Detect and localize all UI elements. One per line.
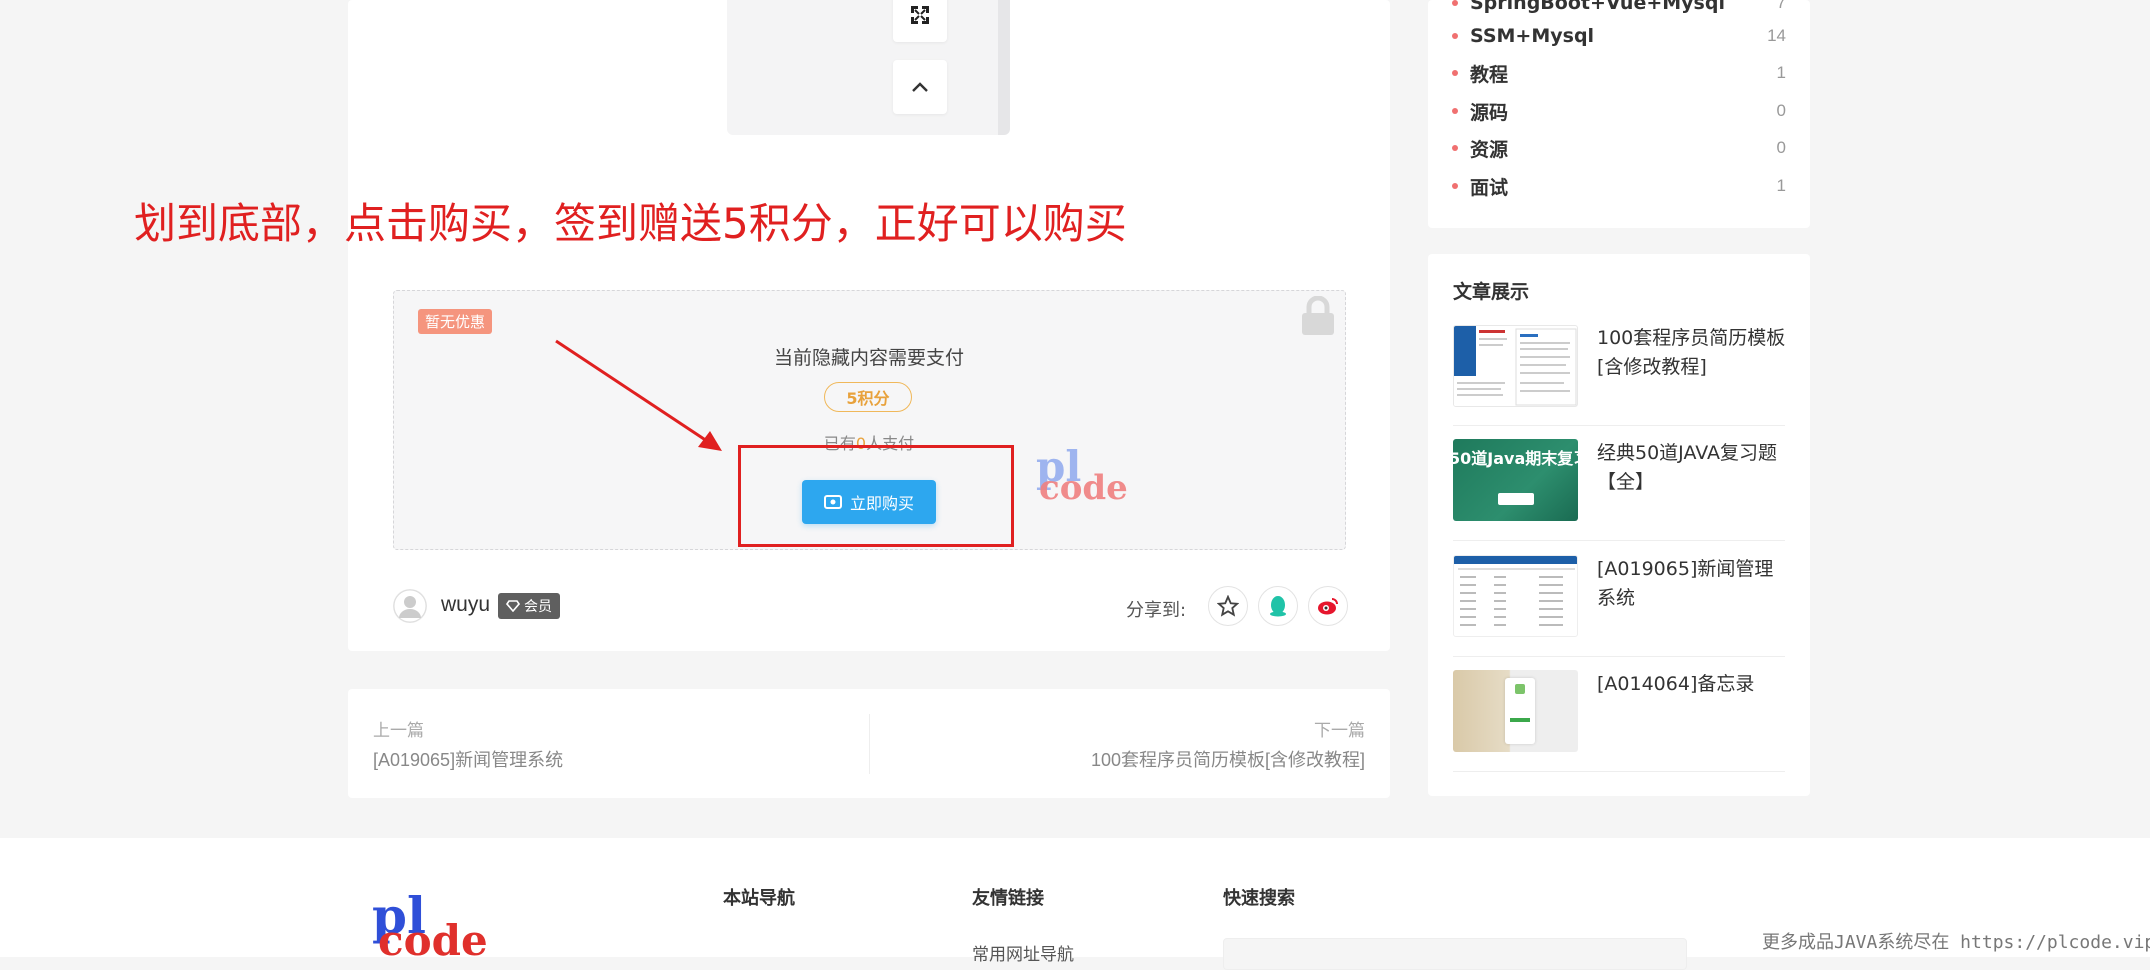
watermark-code: code [1039,468,1128,508]
fullscreen-icon [911,6,929,24]
phone-mockup [1505,678,1535,744]
bullet-icon [1452,70,1458,76]
share-qq-button[interactable] [1258,586,1298,626]
category-item[interactable]: 资源 0 [1452,135,1786,161]
prev-post-label: 上一篇 [373,721,424,741]
category-count: 0 [1776,101,1786,120]
paywall-title: 当前隐藏内容需要支付 [773,347,964,369]
scroll-top-button[interactable] [893,60,947,114]
chevron-up-icon [912,82,928,92]
article-title[interactable]: 100套程序员简历模板[含修改教程] [1597,324,1787,382]
promo-badge: 暂无优惠 [418,309,493,334]
category-name: SSM+Mysql [1470,25,1595,47]
category-count: 14 [1767,26,1786,45]
footer-search-heading: 快速搜索 [1223,888,1295,909]
category-item[interactable]: 面试 1 [1452,173,1786,199]
site-watermark: 更多成品JAVA系统尽在 https://plcode.vip [1762,932,2150,953]
category-item[interactable]: 源码 0 [1452,98,1786,124]
price-badge: 5积分 [824,382,912,412]
bullet-icon [1452,183,1458,189]
article-thumbnail[interactable]: 50道Java期末复习题 [1453,439,1578,521]
article-divider [1453,540,1785,541]
article-title[interactable]: 经典50道JAVA复习题【全】 [1597,439,1787,497]
article-divider [1453,771,1785,772]
category-name: 教程 [1470,63,1509,86]
category-item[interactable]: SSM+Mysql 14 [1452,23,1786,49]
qq-icon [1270,596,1286,617]
avatar[interactable] [393,589,427,623]
article-divider [1453,425,1785,426]
share-weibo-button[interactable] [1308,586,1348,626]
footer-nav-heading: 本站导航 [723,888,795,909]
member-badge: 会员 [498,593,560,619]
articles-heading: 文章展示 [1453,281,1530,303]
category-count: 7 [1776,0,1786,12]
article-title[interactable]: [A019065]新闻管理系统 [1597,555,1787,613]
floating-toolbar [727,0,1010,135]
footer-search-input[interactable] [1223,938,1687,970]
site-logo[interactable]: pl code [372,886,492,965]
star-icon [1217,595,1239,617]
thumbnail-button-shape [1498,493,1534,505]
prev-post-link[interactable]: [A019065]新闻管理系统 [373,746,563,772]
category-count: 1 [1776,176,1786,195]
favorite-button[interactable] [1208,586,1248,626]
category-count: 1 [1776,63,1786,82]
logo-code: code [378,916,488,965]
share-label: 分享到: [1126,600,1187,621]
article-title[interactable]: [A014064]备忘录 [1597,670,1787,699]
diamond-icon [506,600,520,612]
article-thumbnail[interactable] [1453,670,1578,752]
category-name: 面试 [1470,176,1509,199]
annotation-arrow [555,339,722,451]
article-thumbnail[interactable] [1453,555,1578,637]
article-thumbnail[interactable] [1453,325,1578,407]
footer-link[interactable]: 常用网址导航 [972,940,1074,965]
weibo-icon [1318,598,1338,615]
plcode-watermark-logo: pl code [1034,442,1134,508]
category-name: 资源 [1470,138,1509,161]
bullet-icon [1452,33,1458,39]
category-count: 0 [1776,138,1786,157]
article-divider [1453,656,1785,657]
category-item[interactable]: 教程 1 [1452,60,1786,86]
category-item[interactable]: SpringBoot+Vue+Mysql 7 [1452,0,1786,16]
next-post-link[interactable]: 100套程序员简历模板[含修改教程] [1000,746,1365,772]
bullet-icon [1452,0,1458,6]
thumbnail-caption: 50道Java期末复习题 [1453,449,1578,468]
annotation-highlight-box [738,445,1014,547]
lock-icon [1300,295,1336,341]
author-name[interactable]: wuyu [441,593,490,617]
member-badge-label: 会员 [524,599,552,615]
bullet-icon [1452,145,1458,151]
bullet-icon [1452,108,1458,114]
footer-links-heading: 友情链接 [972,888,1044,909]
category-name: 源码 [1470,101,1509,124]
nav-divider [869,714,870,774]
annotation-text: 划到底部，点击购买，签到赠送5积分，正好可以购买 [134,199,1127,248]
fullscreen-button[interactable] [893,0,947,42]
next-post-label: 下一篇 [1314,721,1365,741]
category-name: SpringBoot+Vue+Mysql [1470,0,1725,14]
